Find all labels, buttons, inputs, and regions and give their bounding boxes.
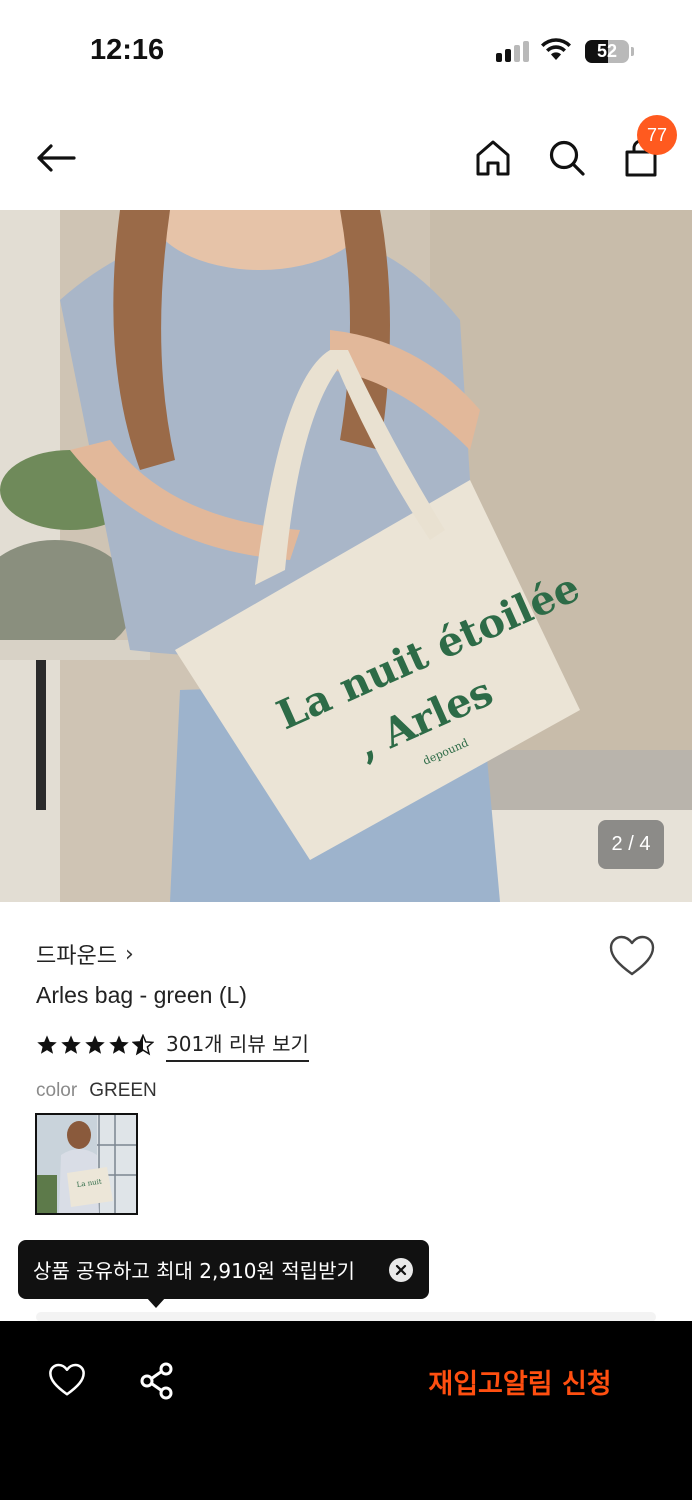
product-name: Arles bag - green (L) [36,982,247,1008]
back-button[interactable] [30,132,82,184]
home-icon [476,140,510,176]
signal-icon [496,40,532,62]
brand-link[interactable]: 드파운드 › [36,938,134,970]
wifi-icon [541,38,571,60]
back-arrow-icon [37,144,76,172]
bottom-action-bar [0,1321,692,1500]
tooltip-arrow [146,1297,166,1308]
battery-cap [631,47,634,56]
search-icon [549,140,585,176]
heart-icon [609,935,655,976]
wishlist-button[interactable] [608,934,656,982]
thumbnail-photo: La nuit [37,1115,136,1213]
battery-icon: 52 [585,40,629,63]
like-button[interactable] [48,1362,86,1402]
status-bar: 12:16 52 [0,0,692,100]
top-nav [0,110,692,206]
rating-stars [36,1034,154,1056]
cart-count-badge: 77 [637,115,677,155]
star-icon [61,1035,81,1054]
product-image[interactable]: La nuit étoilée , Arles depound [0,210,692,902]
search-button[interactable] [543,132,591,184]
restock-alert-button[interactable]: 재입고알림 신청 [380,1356,660,1406]
review-link[interactable]: 301개 리뷰 보기 [166,1028,309,1062]
home-button[interactable] [470,132,516,184]
chevron-right-icon: › [124,941,134,967]
star-icon [85,1035,105,1054]
half-star-icon [132,1034,154,1056]
image-counter: 2 / 4 [598,820,664,869]
tooltip-text: 상품 공유하고 최대 2,910원 적립받기 [33,1259,355,1283]
star-icon [37,1035,57,1054]
product-photo: La nuit étoilée , Arles depound [0,210,692,902]
heart-icon [49,1363,85,1396]
tooltip-close-button[interactable] [389,1258,413,1282]
color-row: color GREEN [36,1080,157,1102]
status-time: 12:16 [90,34,165,66]
brand-name: 드파운드 [36,944,117,969]
battery-level: 52 [596,41,618,61]
close-icon [395,1264,407,1276]
share-button[interactable] [139,1362,175,1404]
rating-row: 301개 리뷰 보기 [36,1028,309,1062]
star-icon [109,1035,129,1054]
color-option-thumbnail[interactable]: La nuit [35,1113,138,1215]
share-reward-tooltip: 상품 공유하고 최대 2,910원 적립받기 [18,1240,429,1299]
color-label: color [36,1080,78,1101]
color-value: GREEN [89,1080,157,1101]
share-icon [140,1362,173,1400]
